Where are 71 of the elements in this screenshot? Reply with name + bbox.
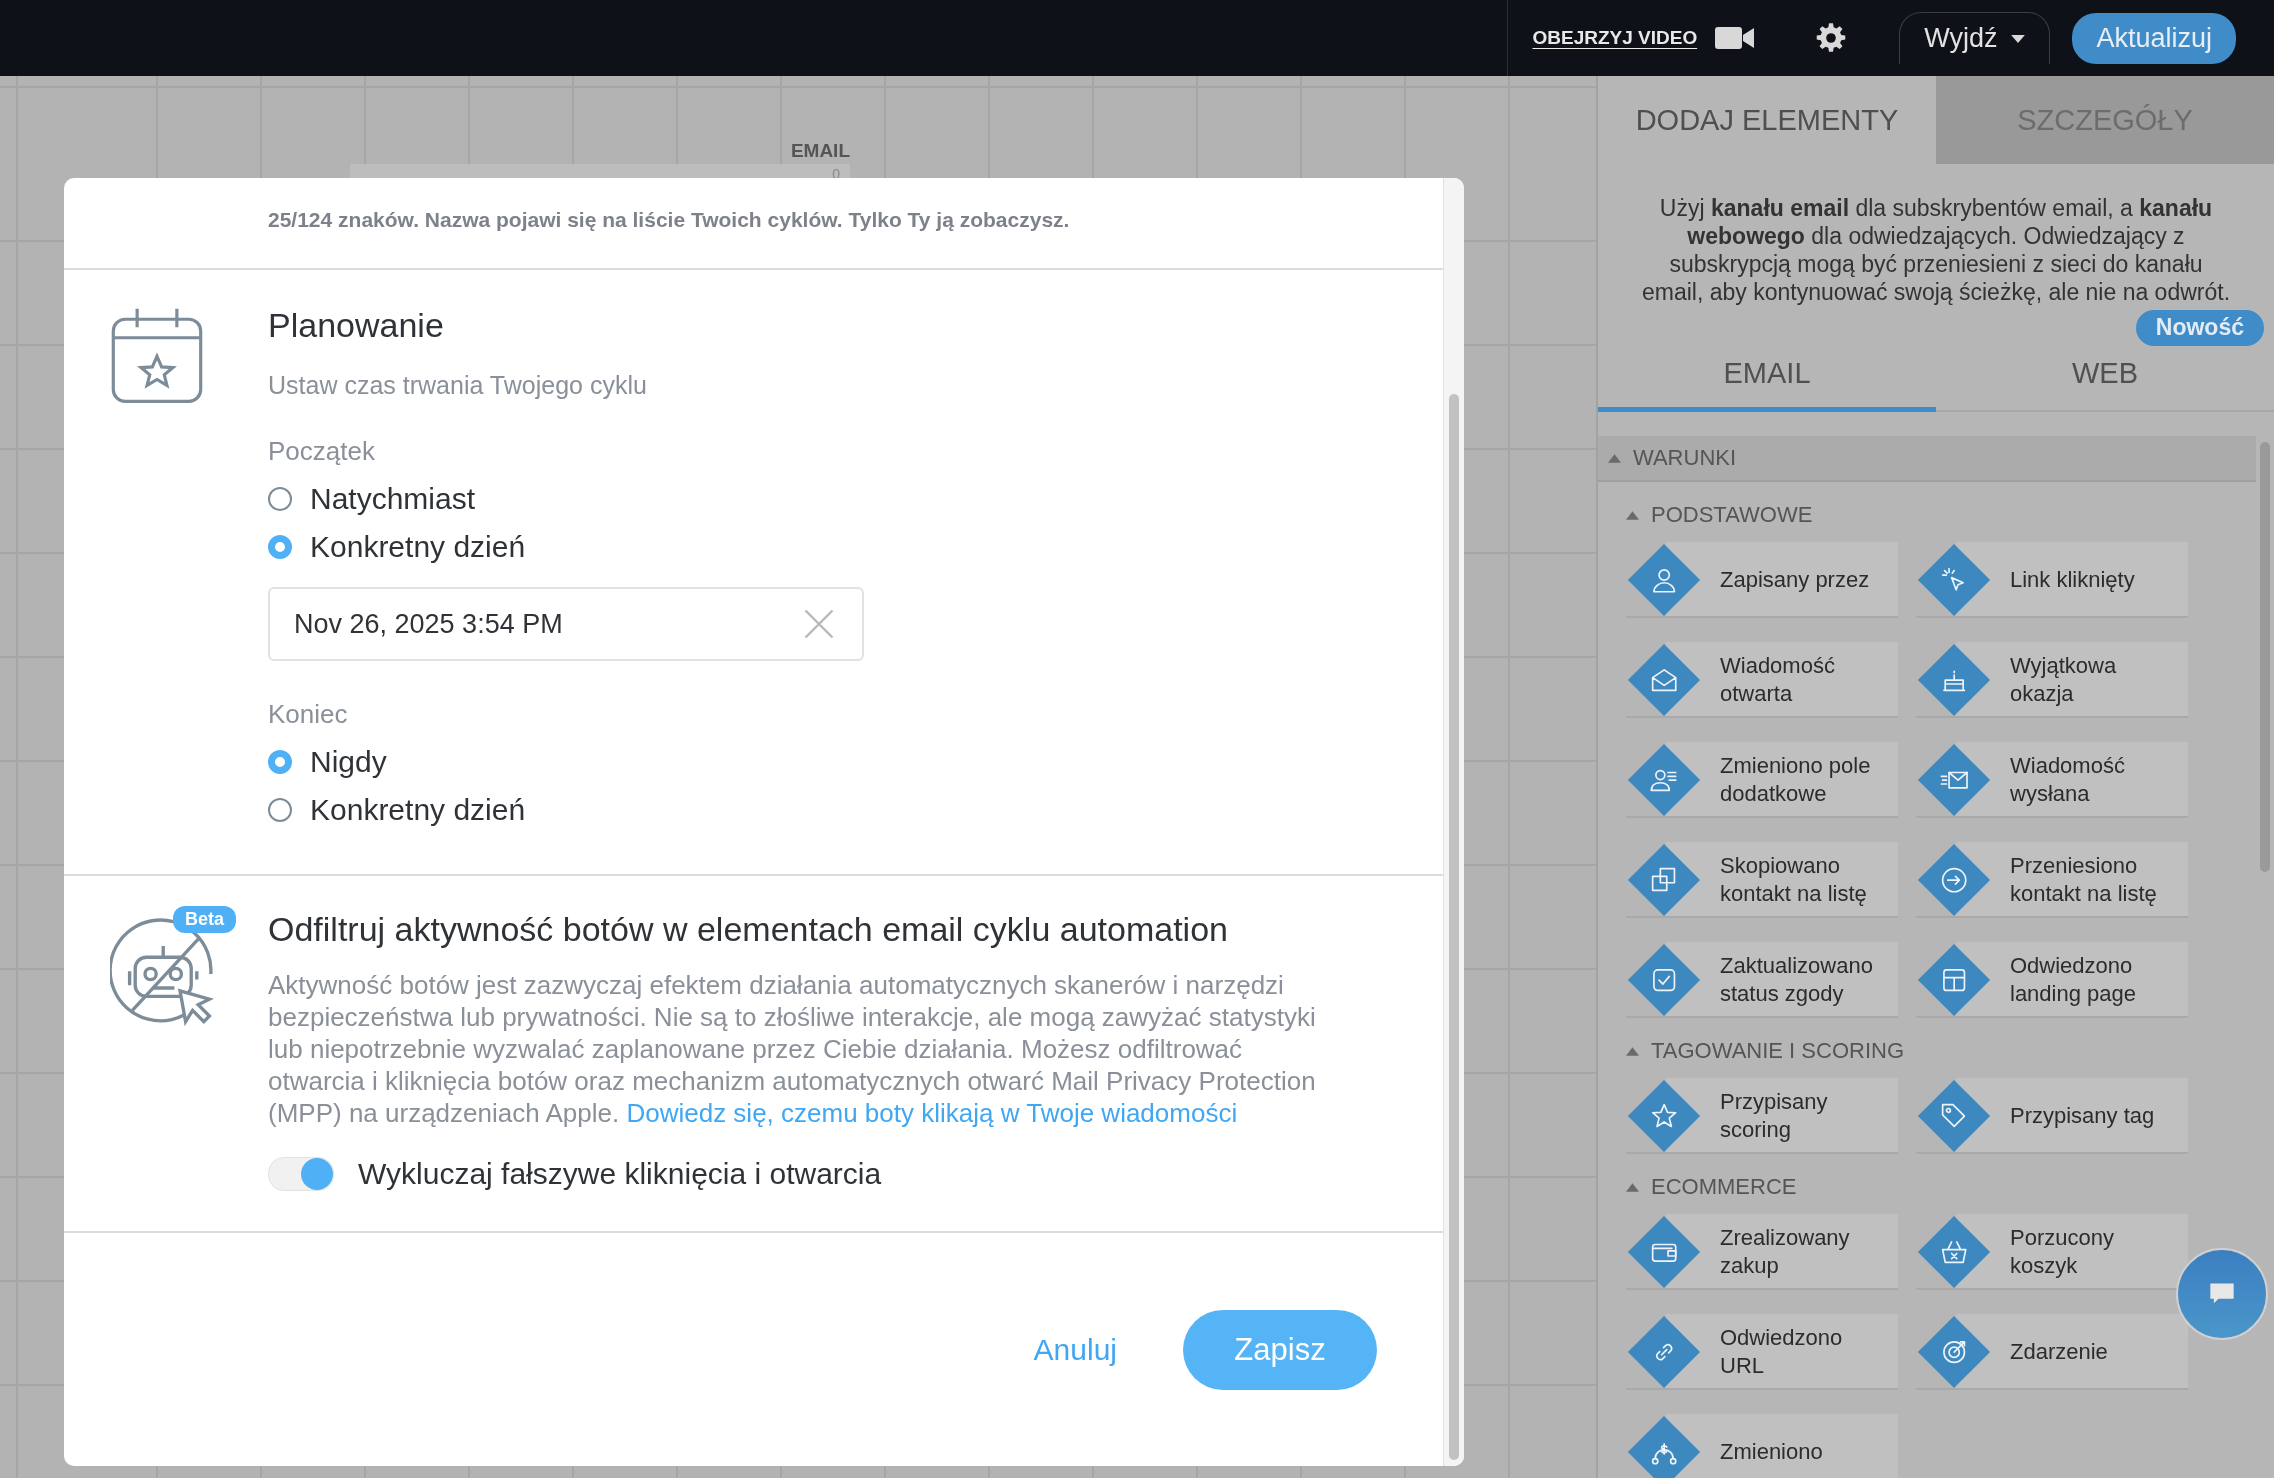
node-label: EMAIL	[790, 140, 850, 162]
section-subtitle: Ustaw czas trwania Twojego cyklu	[268, 371, 648, 400]
envelope-icon	[1626, 642, 1702, 718]
group-header[interactable]: ECOMMERCE	[1598, 1154, 2256, 1214]
condition-item[interactable]: Zapisany przez	[1626, 542, 1898, 618]
condition-item[interactable]: Przypisany tag	[1916, 1078, 2188, 1154]
collapse-triangle-icon	[1626, 1182, 1639, 1192]
condition-item[interactable]: Zmieniono	[1626, 1414, 1898, 1478]
condition-item[interactable]: Link kliknięty	[1916, 542, 2188, 618]
checkbox-icon	[1626, 942, 1702, 1018]
radio-label[interactable]: Konkretny dzień	[310, 530, 526, 564]
caret-icon	[2011, 34, 2026, 43]
envelope-motion-icon	[1916, 742, 1992, 818]
collapse-triangle-icon	[1626, 510, 1639, 520]
condition-item[interactable]: Zdarzenie	[1916, 1314, 2188, 1390]
group-header[interactable]: TAGOWANIE I SCORING	[1598, 1018, 2256, 1078]
new-badge: Nowość	[2135, 310, 2264, 346]
cursor-click-icon	[1916, 542, 1992, 618]
radio-button[interactable]	[268, 798, 292, 822]
watch-video-link[interactable]: OBEJRZYJ VIDEO	[1532, 27, 1698, 49]
radio-label[interactable]: Konkretny dzień	[310, 793, 526, 827]
target-icon	[1916, 1314, 1992, 1390]
start-label: Początek	[268, 436, 376, 467]
user-list-icon	[1626, 742, 1702, 818]
condition-item[interactable]: Zmieniono pole dodatkowe	[1626, 742, 1898, 818]
toggle-switch[interactable]	[268, 1157, 334, 1191]
description-paragraph: Aktywność botów jest zazwyczaj efektem działania automatycznych skanerów i narzędzi bezpieczeństwa lub prywatności. Nie są to złośliwe interakcje, ale mogą zawyżać statystyki lub niepotrzebnie wyzwalać zaplanowane przez Ciebie działania. Możesz odfiltrować otwarcia i kliknięcia botów oraz mechanizm automatycznych otwarć Mail Privacy Protection (MPP) na urządzeniach Apple. Dowiedz się, czemu boty klikają w Twoje wiadomości	[268, 969, 1317, 1129]
collapse-triangle-icon	[1608, 453, 1621, 463]
beta-badge: Beta	[173, 906, 236, 933]
link-icon	[1626, 1314, 1702, 1390]
settings-icon[interactable]	[1815, 22, 1848, 54]
radio-button[interactable]	[268, 487, 292, 511]
condition-item[interactable]: Wiadomość otwarta	[1626, 642, 1898, 718]
dollar-route-icon	[1626, 1414, 1702, 1478]
cake-icon	[1916, 642, 1992, 718]
star-icon	[1626, 1078, 1702, 1154]
layout-icon	[1916, 942, 1992, 1018]
exit-dropdown[interactable]: Wyjdź	[1899, 12, 2051, 64]
radio-button[interactable]	[268, 750, 292, 774]
radio-label[interactable]: Nigdy	[310, 745, 387, 779]
tag-icon	[1916, 1078, 1992, 1154]
video-camera-icon[interactable]	[1715, 25, 1756, 51]
date-time-field[interactable]: Nov 26, 2025 3:54 PM	[268, 587, 864, 661]
basket-icon	[1916, 1214, 1992, 1290]
condition-item[interactable]: Odwiedzono URL	[1626, 1314, 1898, 1390]
channel-tab[interactable]: EMAIL	[1598, 340, 1936, 412]
channel-info-text: Użyj kanału email dla subskrybentów email, a kanału webowego dla odwiedzających. Odwiedzający z subskrypcją mogą być przeniesieni z sieci do kanału email, aby kontynuować swoją ścieżkę, ale nie na odwrót.	[1640, 194, 2232, 306]
end-label: Koniec	[268, 699, 349, 730]
condition-item[interactable]: Wyjątkowa okazja	[1916, 642, 2188, 718]
collapse-triangle-icon	[1626, 1046, 1639, 1056]
section-title: Odfiltruj aktywność botów w elementach email cyklu automation	[268, 910, 1229, 949]
name-hint: 25/124 znaków. Nazwa pojawi się na liście Twoich cyklów. Tylko Ty ją zobaczysz.	[64, 178, 1443, 270]
condition-item[interactable]: Przypisany scoring	[1626, 1078, 1898, 1154]
toggle-label[interactable]: Wykluczaj fałszywe kliknięcia i otwarcia	[358, 1157, 882, 1191]
condition-item[interactable]: Skopiowano kontakt na listę	[1626, 842, 1898, 918]
condition-item[interactable]: Zrealizowany zakup	[1626, 1214, 1898, 1290]
condition-item[interactable]: Przeniesiono kontakt na listę	[1916, 842, 2188, 918]
condition-item[interactable]: Wiadomość wysłana	[1916, 742, 2188, 818]
radio-button[interactable]	[268, 535, 292, 559]
radio-label[interactable]: Natychmiast	[310, 482, 476, 516]
scrollbar[interactable]	[1443, 178, 1464, 1466]
copy-icon	[1626, 842, 1702, 918]
condition-item[interactable]: Porzucony koszyk	[1916, 1214, 2188, 1290]
clear-icon[interactable]	[804, 609, 834, 639]
calendar-star-icon	[110, 306, 204, 404]
user-icon	[1626, 542, 1702, 618]
condition-item[interactable]: Zaktualizowano status zgody	[1626, 942, 1898, 1018]
condition-item[interactable]: Odwiedzono landing page	[1916, 942, 2188, 1018]
group-header[interactable]: PODSTAWOWE	[1598, 482, 2256, 542]
wallet-icon	[1626, 1214, 1702, 1290]
section-title: Planowanie	[268, 306, 445, 345]
